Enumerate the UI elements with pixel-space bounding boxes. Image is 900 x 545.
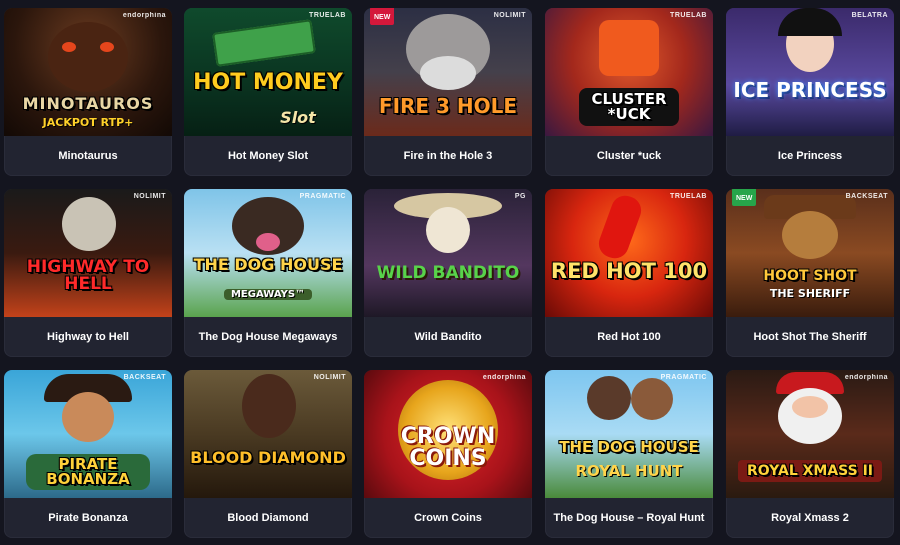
game-title[interactable]: The Dog House – Royal Hunt (545, 498, 713, 538)
game-thumbnail[interactable]: endorphina CROWN COINS (364, 370, 532, 498)
game-art-title: ROYAL XMASS II (738, 460, 882, 482)
game-thumbnail[interactable]: NEW BACKSEAT HOOT SHOT THE SHERIFF (726, 189, 894, 317)
game-art-subtitle: Slot (280, 108, 316, 127)
game-thumbnail[interactable]: TRUELAB RED HOT 100 (545, 189, 713, 317)
game-art-subtitle: MEGAWAYS™ (224, 289, 312, 300)
provider-logo: BELATRA (851, 12, 888, 19)
game-art-title: MINOTAUROS (22, 94, 154, 113)
game-title[interactable]: Crown Coins (364, 498, 532, 538)
game-art-title: HOOT SHOT (763, 268, 857, 284)
game-card-red-hot-100[interactable]: TRUELAB RED HOT 100 Red Hot 100 (545, 189, 713, 357)
provider-logo: TRUELAB (670, 12, 707, 19)
game-art-title: PIRATE BONANZA (26, 454, 150, 490)
game-art-title: THE DOG HOUSE (559, 438, 699, 456)
game-card-pirate-bonanza[interactable]: BACKSEAT PIRATE BONANZA Pirate Bonanza (4, 370, 172, 538)
game-card-fire-in-the-hole-3[interactable]: NEW NOLIMIT FIRE 3 HOLE Fire in the Hole… (364, 8, 532, 176)
provider-logo: BACKSEAT (845, 193, 888, 200)
new-badge: NEW (370, 8, 395, 25)
game-card-highway-to-hell[interactable]: NOLIMIT HIGHWAY TO HELL Highway to Hell (4, 189, 172, 357)
game-thumbnail[interactable]: TRUELAB HOT MONEY Slot (184, 8, 352, 136)
game-art-title: WILD BANDITO (376, 263, 520, 283)
provider-logo: NOLIMIT (313, 374, 346, 381)
game-card-cluster-uck[interactable]: TRUELAB CLUSTER *UCK Cluster *uck (545, 8, 713, 176)
game-title[interactable]: Pirate Bonanza (4, 498, 172, 538)
game-thumbnail[interactable]: NOLIMIT BLOOD DIAMOND (184, 370, 352, 498)
game-thumbnail[interactable]: BACKSEAT PIRATE BONANZA (4, 370, 172, 498)
game-thumbnail[interactable]: BELATRA ICE PRINCESS (726, 8, 894, 136)
provider-logo: NOLIMIT (133, 193, 166, 200)
provider-logo: PRAGMATIC (660, 374, 707, 381)
provider-logo: NOLIMIT (493, 12, 526, 19)
game-thumbnail[interactable]: endorphina ROYAL XMASS II (726, 370, 894, 498)
game-art-title: RED HOT 100 (550, 259, 708, 283)
game-art-subtitle: JACKPOT RTP+ (42, 116, 134, 129)
provider-logo: BACKSEAT (123, 374, 166, 381)
game-title[interactable]: Wild Bandito (364, 317, 532, 357)
provider-logo: TRUELAB (309, 12, 346, 19)
game-thumbnail[interactable]: NEW NOLIMIT FIRE 3 HOLE (364, 8, 532, 136)
new-badge: NEW (732, 189, 757, 206)
game-thumbnail[interactable]: TRUELAB CLUSTER *UCK (545, 8, 713, 136)
game-art-subtitle: ROYAL HUNT (575, 462, 683, 480)
game-card-crown-coins[interactable]: endorphina CROWN COINS Crown Coins (364, 370, 532, 538)
game-title[interactable]: The Dog House Megaways (184, 317, 352, 357)
game-art-title: HOT MONEY (193, 70, 343, 95)
game-title[interactable]: Minotaurus (4, 136, 172, 176)
game-title[interactable]: Hoot Shot The Sheriff (726, 317, 894, 357)
game-grid: endorphina MINOTAUROS JACKPOT RTP+ Minot… (0, 0, 900, 545)
game-art-title: CROWN COINS (400, 424, 496, 471)
game-card-ice-princess[interactable]: BELATRA ICE PRINCESS Ice Princess (726, 8, 894, 176)
game-title[interactable]: Hot Money Slot (184, 136, 352, 176)
provider-logo: endorphina (122, 12, 166, 19)
game-title[interactable]: Blood Diamond (184, 498, 352, 538)
game-art-title: THE DOG HOUSE (193, 255, 343, 274)
game-card-the-dog-house-megaways[interactable]: PRAGMATIC THE DOG HOUSE MEGAWAYS™ The Do… (184, 189, 352, 357)
game-card-the-dog-house-royal-hunt[interactable]: PRAGMATIC THE DOG HOUSE ROYAL HUNT The D… (545, 370, 713, 538)
game-art-title: HIGHWAY TO HELL (26, 257, 150, 294)
game-title[interactable]: Cluster *uck (545, 136, 713, 176)
game-card-blood-diamond[interactable]: NOLIMIT BLOOD DIAMOND Blood Diamond (184, 370, 352, 538)
game-title[interactable]: Ice Princess (726, 136, 894, 176)
game-art-title: BLOOD DIAMOND (190, 448, 346, 467)
game-art-subtitle: THE SHERIFF (769, 287, 851, 300)
game-card-wild-bandito[interactable]: PG WILD BANDITO Wild Bandito (364, 189, 532, 357)
game-art-title: ICE PRINCESS (733, 78, 887, 102)
game-card-royal-xmass-2[interactable]: endorphina ROYAL XMASS II Royal Xmass 2 (726, 370, 894, 538)
game-title[interactable]: Highway to Hell (4, 317, 172, 357)
game-art-title: CLUSTER *UCK (579, 88, 679, 126)
game-thumbnail[interactable]: PRAGMATIC THE DOG HOUSE MEGAWAYS™ (184, 189, 352, 317)
game-title[interactable]: Royal Xmass 2 (726, 498, 894, 538)
game-card-hoot-shot-the-sheriff[interactable]: NEW BACKSEAT HOOT SHOT THE SHERIFF Hoot … (726, 189, 894, 357)
game-art-title: FIRE 3 HOLE (378, 94, 518, 118)
game-title[interactable]: Red Hot 100 (545, 317, 713, 357)
game-card-hot-money-slot[interactable]: TRUELAB HOT MONEY Slot Hot Money Slot (184, 8, 352, 176)
game-thumbnail[interactable]: endorphina MINOTAUROS JACKPOT RTP+ (4, 8, 172, 136)
provider-logo: PRAGMATIC (299, 193, 346, 200)
provider-logo: PG (514, 193, 526, 200)
game-thumbnail[interactable]: PRAGMATIC THE DOG HOUSE ROYAL HUNT (545, 370, 713, 498)
provider-logo: TRUELAB (670, 193, 707, 200)
game-thumbnail[interactable]: PG WILD BANDITO (364, 189, 532, 317)
game-card-minotaurus[interactable]: endorphina MINOTAUROS JACKPOT RTP+ Minot… (4, 8, 172, 176)
game-thumbnail[interactable]: NOLIMIT HIGHWAY TO HELL (4, 189, 172, 317)
game-title[interactable]: Fire in the Hole 3 (364, 136, 532, 176)
provider-logo: endorphina (844, 374, 888, 381)
provider-logo: endorphina (482, 374, 526, 381)
